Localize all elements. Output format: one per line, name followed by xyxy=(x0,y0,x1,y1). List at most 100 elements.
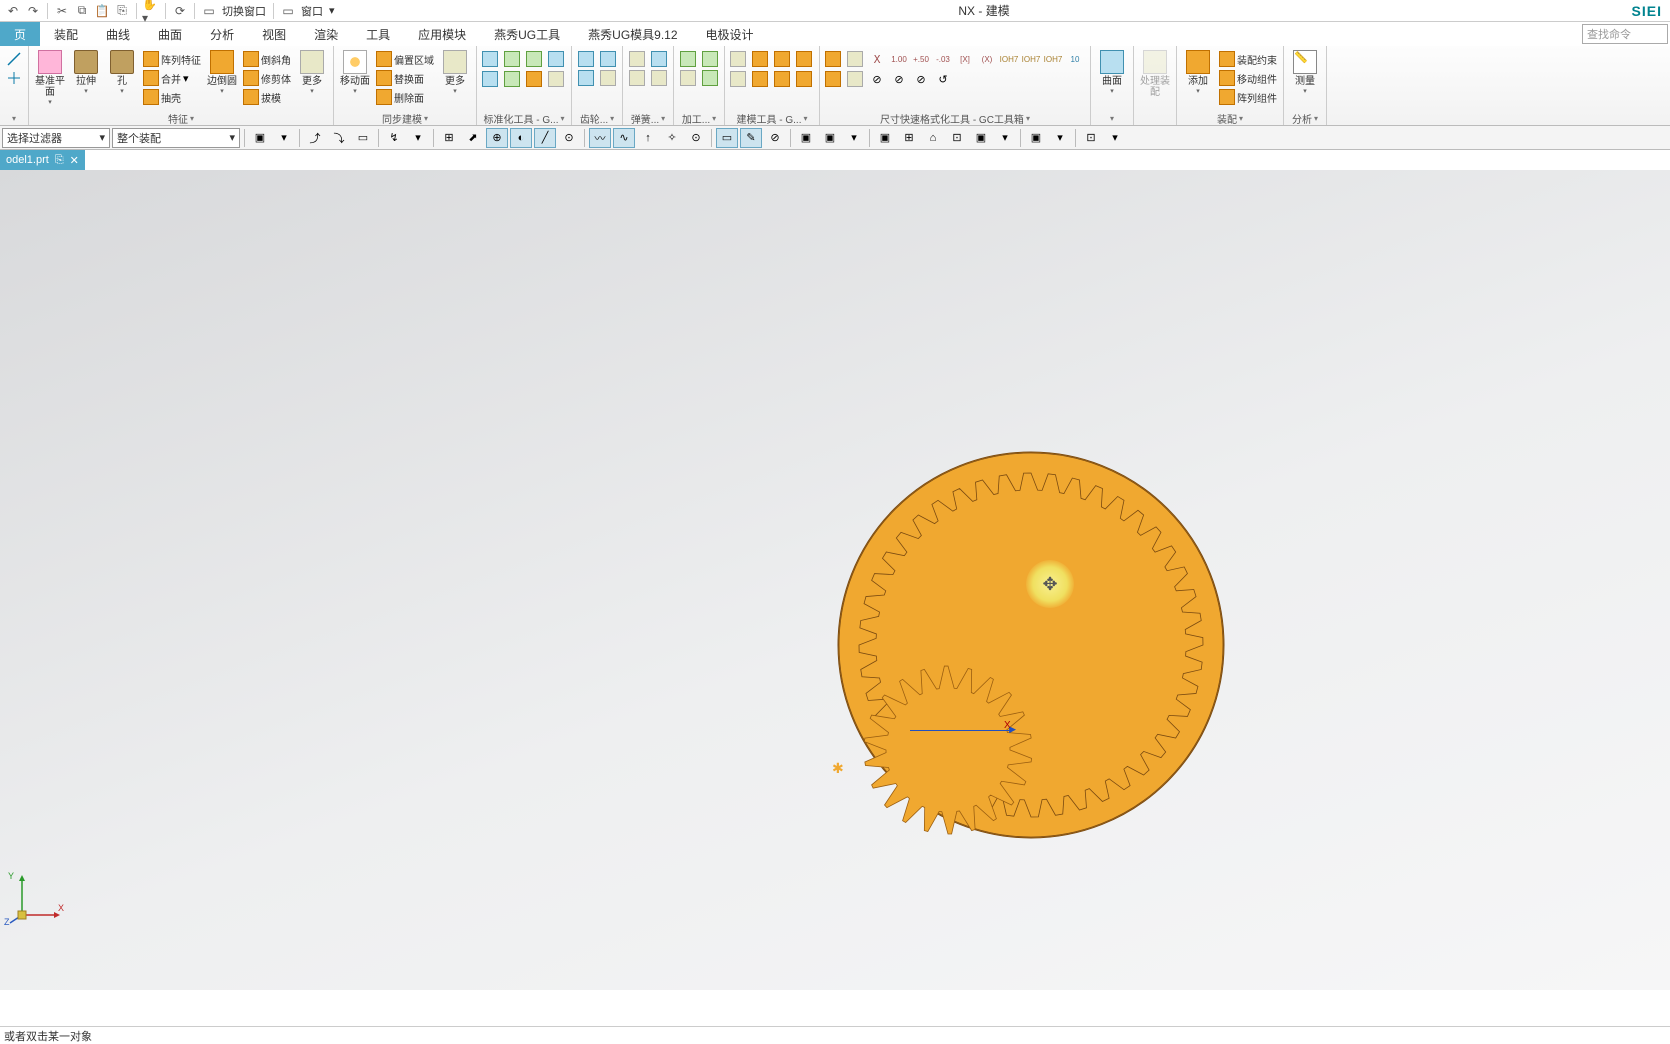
document-close-icon[interactable]: ✕ xyxy=(70,154,79,167)
filter-icon[interactable]: ▣ xyxy=(874,128,896,148)
filter-icon[interactable]: ✎ xyxy=(740,128,762,148)
filter-icon[interactable]: ⌂ xyxy=(922,128,944,148)
tab-yanxiu-ug[interactable]: 燕秀UG工具 xyxy=(480,22,574,46)
machining-tool-icon[interactable] xyxy=(700,50,720,68)
copy-icon[interactable]: ⧉ xyxy=(73,2,91,20)
replace-face-button[interactable]: 替换面 xyxy=(374,69,436,87)
dim-tool-icon[interactable]: ↺ xyxy=(934,70,952,88)
filter-icon[interactable]: ⊙ xyxy=(558,128,580,148)
std-tool-icon[interactable] xyxy=(481,70,499,88)
build-tool-icon[interactable] xyxy=(773,70,791,88)
tab-surface[interactable]: 曲面 xyxy=(144,22,196,46)
assembly-constraint-button[interactable]: 装配约束 xyxy=(1217,50,1279,68)
filter-icon[interactable]: ▣ xyxy=(819,128,841,148)
filter-icon[interactable]: ✧ xyxy=(661,128,683,148)
paste-icon[interactable]: 📋 xyxy=(93,2,111,20)
dim-tool-icon[interactable]: IOH7 xyxy=(1022,50,1040,68)
filter-icon[interactable]: ↑ xyxy=(637,128,659,148)
filter-icon[interactable]: ▾ xyxy=(407,128,429,148)
dim-tool-icon[interactable] xyxy=(846,70,864,88)
dim-tool-icon[interactable]: 1.00 xyxy=(890,50,908,68)
hole-button[interactable]: 孔▾ xyxy=(105,48,139,97)
filter-icon[interactable]: ▣ xyxy=(1025,128,1047,148)
dim-tool-icon[interactable]: ⊘ xyxy=(868,70,886,88)
filter-icon[interactable]: 〰 xyxy=(589,128,611,148)
repeat-icon[interactable]: ⟳ xyxy=(171,2,189,20)
machining-tool-icon[interactable] xyxy=(678,50,698,68)
command-search[interactable]: 查找命令 xyxy=(1582,24,1668,44)
dim-tool-icon[interactable]: -.03 xyxy=(934,50,952,68)
spring-tool-icon[interactable] xyxy=(627,69,647,87)
shell-button[interactable]: 抽壳 xyxy=(141,88,203,106)
pattern-component-button[interactable]: 阵列组件 xyxy=(1217,88,1279,106)
pattern-feature-button[interactable]: 阵列特征 xyxy=(141,50,203,68)
more-sync-button[interactable]: 更多▾ xyxy=(438,48,472,97)
spring-tool-icon[interactable] xyxy=(649,69,669,87)
point-icon[interactable] xyxy=(4,69,24,87)
build-tool-icon[interactable] xyxy=(795,50,813,68)
dim-tool-icon[interactable]: IOH7 xyxy=(1044,50,1062,68)
filter-icon[interactable]: ▾ xyxy=(994,128,1016,148)
std-tool-icon[interactable] xyxy=(525,50,543,68)
filter-icon[interactable]: ⊡ xyxy=(946,128,968,148)
gear-tool-icon[interactable] xyxy=(576,69,596,87)
spring-tool-icon[interactable] xyxy=(627,50,647,68)
move-component-button[interactable]: 移动组件 xyxy=(1217,69,1279,87)
filter-icon[interactable]: ⊡ xyxy=(1080,128,1102,148)
dim-tool-icon[interactable] xyxy=(824,50,842,68)
filter-icon[interactable]: ⬈ xyxy=(462,128,484,148)
std-tool-icon[interactable] xyxy=(503,70,521,88)
redo-icon[interactable]: ↷ xyxy=(24,2,42,20)
tab-home[interactable]: 页 xyxy=(0,22,40,46)
tab-assembly[interactable]: 装配 xyxy=(40,22,92,46)
filter-icon[interactable]: ⤴ xyxy=(304,128,326,148)
tab-application[interactable]: 应用模块 xyxy=(404,22,480,46)
gear-tool-icon[interactable] xyxy=(598,69,618,87)
dim-tool-icon[interactable]: IOH7 xyxy=(1000,50,1018,68)
build-tool-icon[interactable] xyxy=(729,50,747,68)
build-tool-icon[interactable] xyxy=(751,50,769,68)
std-tool-icon[interactable] xyxy=(481,50,499,68)
filter-icon[interactable]: ▾ xyxy=(1049,128,1071,148)
dim-tool-icon[interactable]: +.50 xyxy=(912,50,930,68)
selection-filter-combo[interactable]: 选择过滤器▾ xyxy=(2,128,110,148)
window-menu-drop[interactable]: ▾ xyxy=(327,4,337,17)
filter-icon[interactable]: ∿ xyxy=(613,128,635,148)
filter-icon[interactable]: ▭ xyxy=(716,128,738,148)
draft-button[interactable]: 拔模 xyxy=(241,88,293,106)
touch-mode-icon[interactable]: ✋▾ xyxy=(142,2,160,20)
tab-curve[interactable]: 曲线 xyxy=(92,22,144,46)
tab-yanxiu-mold[interactable]: 燕秀UG模具9.12 xyxy=(574,22,691,46)
dim-tool-icon[interactable]: (X) xyxy=(978,50,996,68)
chamfer-button[interactable]: 倒斜角 xyxy=(241,50,293,68)
view-triad[interactable]: Y X Z xyxy=(4,867,64,930)
line-icon[interactable] xyxy=(4,50,24,68)
spring-tool-icon[interactable] xyxy=(649,50,669,68)
undo-icon[interactable]: ↶ xyxy=(4,2,22,20)
measure-button[interactable]: 📏测量▾ xyxy=(1288,48,1322,97)
tab-analysis[interactable]: 分析 xyxy=(196,22,248,46)
filter-icon[interactable]: ▭ xyxy=(352,128,374,148)
graphics-viewport[interactable]: X ✱ Y X Z xyxy=(0,170,1670,990)
std-tool-icon[interactable] xyxy=(503,50,521,68)
add-component-button[interactable]: 添加▾ xyxy=(1181,48,1215,97)
filter-icon[interactable]: ◐ xyxy=(510,128,532,148)
switch-window-button[interactable]: 切换窗口 xyxy=(220,3,268,19)
std-tool-icon[interactable] xyxy=(525,70,543,88)
offset-region-button[interactable]: 偏置区域 xyxy=(374,50,436,68)
filter-icon[interactable]: ⊘ xyxy=(764,128,786,148)
cut-icon[interactable]: ✂ xyxy=(53,2,71,20)
build-tool-icon[interactable] xyxy=(773,50,791,68)
window-icon[interactable]: ▭ xyxy=(279,2,297,20)
move-face-button[interactable]: 移动面▾ xyxy=(338,48,372,97)
more-feature-button[interactable]: 更多▾ xyxy=(295,48,329,97)
dim-tool-icon[interactable]: ⊘ xyxy=(890,70,908,88)
filter-icon[interactable]: ▣ xyxy=(970,128,992,148)
gear-tool-icon[interactable] xyxy=(576,50,596,68)
filter-icon[interactable]: ▣ xyxy=(795,128,817,148)
dim-tool-icon[interactable] xyxy=(846,50,864,68)
filter-icon[interactable]: ⤵ xyxy=(328,128,350,148)
std-tool-icon[interactable] xyxy=(547,70,565,88)
std-tool-icon[interactable] xyxy=(547,50,565,68)
trim-body-button[interactable]: 修剪体 xyxy=(241,69,293,87)
